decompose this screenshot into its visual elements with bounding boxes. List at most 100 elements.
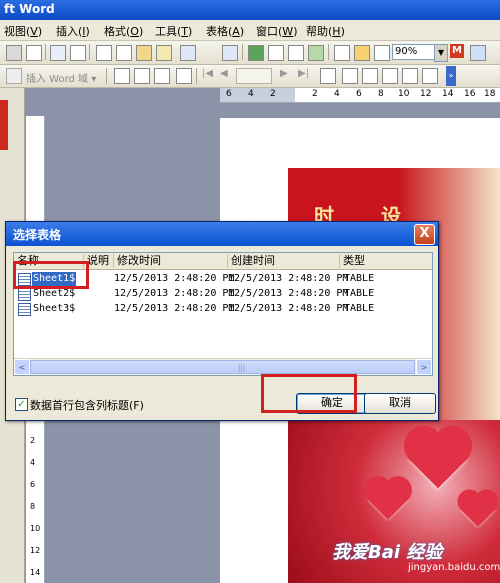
table-icon xyxy=(18,303,31,316)
menu-window[interactable]: 窗口(W) xyxy=(256,23,297,39)
cancel-button[interactable]: 取消 xyxy=(364,393,436,414)
zoom-input[interactable]: 90% xyxy=(392,44,436,60)
ruler-number: 2 xyxy=(30,436,36,445)
merge-new-document-icon[interactable] xyxy=(362,68,378,84)
view-merged-data-icon[interactable] xyxy=(114,68,130,84)
match-fields-icon[interactable] xyxy=(154,68,170,84)
menu-tools[interactable]: 工具(T) xyxy=(155,23,192,39)
check-errors-icon[interactable] xyxy=(342,68,358,84)
ruler-number: 10 xyxy=(398,89,410,99)
menu-table[interactable]: 表格(A) xyxy=(206,23,244,39)
print-icon[interactable] xyxy=(6,45,22,61)
toolbar-separator xyxy=(328,44,329,60)
toolbar-options-icon[interactable]: » xyxy=(446,66,456,86)
paste-icon[interactable] xyxy=(136,45,152,61)
toolbar-separator xyxy=(196,68,197,84)
ruler-number: 6 xyxy=(226,89,232,99)
row-type: TABLE xyxy=(344,288,375,299)
grip-icon xyxy=(6,68,22,84)
table-row[interactable]: Sheet2$ 12/5/2013 2:48:20 PM 12/5/2013 2… xyxy=(14,287,432,301)
undo-icon[interactable] xyxy=(180,45,196,61)
menu-format[interactable]: 格式(O) xyxy=(104,23,143,39)
merge-fax-icon[interactable] xyxy=(422,68,438,84)
redo-icon[interactable] xyxy=(222,45,238,61)
dialog-titlebar: 选择表格 X xyxy=(6,222,438,246)
row-created: 12/5/2013 2:48:20 PM xyxy=(228,303,349,314)
horizontal-scrollbar[interactable]: < ||| > xyxy=(14,358,432,375)
record-number-input[interactable] xyxy=(236,68,272,84)
annotation-highlight-ok xyxy=(261,374,357,413)
menu-insert[interactable]: 插入(I) xyxy=(56,23,90,39)
cut-icon[interactable] xyxy=(96,45,112,61)
drawing-icon[interactable] xyxy=(354,45,370,61)
column-header-type[interactable]: 类型 xyxy=(340,254,431,268)
horizontal-ruler: 6 4 2 2 4 6 8 10 12 14 16 18 xyxy=(220,88,500,103)
toolbar-separator xyxy=(106,68,107,84)
last-record-icon[interactable]: ▶| xyxy=(298,68,312,82)
zoom-dropdown-icon[interactable]: ▼ xyxy=(434,44,448,62)
next-record-icon[interactable]: ▶ xyxy=(280,68,294,82)
menu-bar: 视图(V) 插入(I) 格式(O) 工具(T) 表格(A) 窗口(W) 帮助(H… xyxy=(0,20,500,41)
row-modified: 12/5/2013 2:48:20 PM xyxy=(114,303,235,314)
scroll-left-icon[interactable]: < xyxy=(14,359,30,375)
ruler-number: 18 xyxy=(484,89,496,99)
window-title: ft Word xyxy=(4,2,55,16)
column-header-modified[interactable]: 修改时间 xyxy=(114,254,228,268)
standard-toolbar: 90% ▼ M xyxy=(0,41,500,65)
grip-icon: ||| xyxy=(238,364,246,372)
row-modified: 12/5/2013 2:48:20 PM xyxy=(114,288,235,299)
ruler-number: 6 xyxy=(30,480,36,489)
column-header-created[interactable]: 创建时间 xyxy=(228,254,340,268)
annotation-highlight-sheet1 xyxy=(13,261,89,289)
mail-merge-toolbar: 插入 Word 域 ▾ |◀ ◀ ▶ ▶| xyxy=(0,65,500,88)
header-row-checkbox[interactable]: ✓ xyxy=(15,398,28,411)
document-map-icon[interactable] xyxy=(374,45,390,61)
table-row[interactable]: Sheet3$ 12/5/2013 2:48:20 PM 12/5/2013 2… xyxy=(14,302,432,316)
merge-email-icon[interactable] xyxy=(402,68,418,84)
hyperlink-icon[interactable] xyxy=(248,45,264,61)
ruler-number: 14 xyxy=(442,89,454,99)
row-type: TABLE xyxy=(344,273,375,284)
scroll-right-icon[interactable]: > xyxy=(416,359,432,375)
propagate-labels-icon[interactable] xyxy=(176,68,192,84)
scrollbar-thumb[interactable]: ||| xyxy=(30,360,415,374)
row-name: Sheet3$ xyxy=(33,303,76,314)
research-icon[interactable] xyxy=(70,45,86,61)
ruler-number: 8 xyxy=(378,89,384,99)
ruler-number: 12 xyxy=(30,546,41,555)
first-record-icon[interactable]: |◀ xyxy=(202,68,216,82)
insert-table-icon[interactable] xyxy=(288,45,304,61)
thumbnail-page[interactable] xyxy=(0,100,8,150)
insert-excel-icon[interactable] xyxy=(308,45,324,61)
heart-icon xyxy=(368,480,408,520)
heart-icon xyxy=(409,431,467,489)
menu-help[interactable]: 帮助(H) xyxy=(306,23,345,39)
toolbar-separator xyxy=(242,44,243,60)
insert-word-field-button[interactable]: 插入 Word 域 ▾ xyxy=(26,70,96,85)
select-table-dialog: 选择表格 X 名称 说明 修改时间 创建时间 类型 Sheet1$ 12/5/2… xyxy=(5,221,439,421)
heart-icon xyxy=(461,493,495,527)
help-icon[interactable] xyxy=(470,45,486,61)
ruler-number: 4 xyxy=(248,89,254,99)
m-icon[interactable]: M xyxy=(450,44,464,58)
row-created: 12/5/2013 2:48:20 PM xyxy=(228,273,349,284)
ruler-number: 2 xyxy=(312,89,318,99)
menu-view[interactable]: 视图(V) xyxy=(4,23,42,39)
merge-printer-icon[interactable] xyxy=(382,68,398,84)
print-preview-icon[interactable] xyxy=(26,45,42,61)
find-entry-icon[interactable] xyxy=(320,68,336,84)
ruler-number: 2 xyxy=(270,89,276,99)
header-row-checkbox-label[interactable]: 数据首行包含列标题(F) xyxy=(30,397,144,413)
close-icon[interactable]: X xyxy=(414,224,435,245)
row-name: Sheet2$ xyxy=(33,288,76,299)
highlight-fields-icon[interactable] xyxy=(134,68,150,84)
watermark-logo: 我爱Bai 经验 xyxy=(332,542,443,563)
spelling-icon[interactable] xyxy=(50,45,66,61)
row-created: 12/5/2013 2:48:20 PM xyxy=(228,288,349,299)
tables-borders-icon[interactable] xyxy=(268,45,284,61)
columns-icon[interactable] xyxy=(334,45,350,61)
copy-icon[interactable] xyxy=(116,45,132,61)
format-painter-icon[interactable] xyxy=(156,45,172,61)
ruler-number: 4 xyxy=(30,458,36,467)
previous-record-icon[interactable]: ◀ xyxy=(220,68,234,82)
